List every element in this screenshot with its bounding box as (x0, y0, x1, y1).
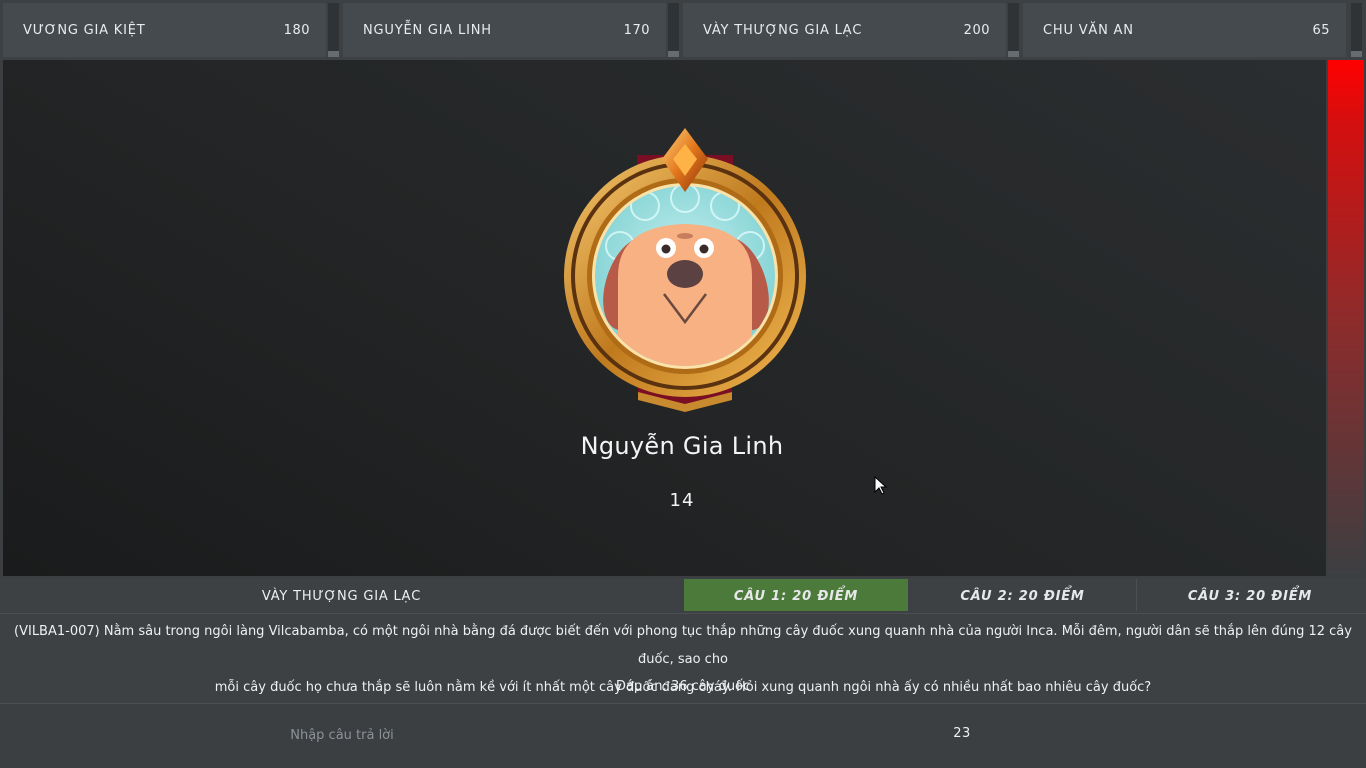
player-score: 180 (283, 22, 310, 38)
answer-row: 23 (0, 705, 1366, 768)
bar-fill (1008, 51, 1019, 57)
bar-fill (328, 51, 339, 57)
mouse-cursor-icon (874, 476, 888, 495)
player-name: VƯƠNG GIA KIỆT (23, 22, 146, 38)
answer-text: Đáp án: 36 cây đuốc (615, 679, 751, 694)
player-score: 200 (963, 22, 990, 38)
player-card-2-bar (668, 3, 679, 57)
timer-fill (1328, 60, 1364, 576)
player-card-4-bar (1351, 3, 1362, 57)
player-name: NGUYỄN GIA LINH (363, 22, 492, 38)
question-panel: (VILBA1-007) Nằm sâu trong ngôi làng Vil… (0, 614, 1366, 703)
current-player-score: 14 (669, 490, 695, 511)
answer-input[interactable] (3, 705, 681, 765)
countdown-timer: 23 (953, 726, 971, 741)
player-card-1[interactable]: VƯƠNG GIA KIỆT 180 (3, 3, 326, 57)
current-player-name: Nguyễn Gia Linh (580, 432, 784, 460)
player-card-4[interactable]: CHU VĂN AN 65 (1023, 3, 1346, 57)
current-team-label: VÀY THƯỢNG GIA LẠC (261, 589, 422, 604)
bar-fill (1351, 51, 1362, 57)
tab-question-3[interactable]: CÂU 3: 20 ĐIỂM (1137, 579, 1363, 611)
tab-question-2[interactable]: CÂU 2: 20 ĐIỂM (910, 579, 1135, 611)
player-card-2[interactable]: NGUYỄN GIA LINH 170 (343, 3, 666, 57)
question-tabs: VÀY THƯỢNG GIA LẠC CÂU 1: 20 ĐIỂM CÂU 2:… (0, 578, 1366, 613)
player-score: 170 (623, 22, 650, 38)
player-card-1-bar (328, 3, 339, 57)
main-stage: Nguyễn Gia Linh 14 (3, 60, 1326, 576)
player-card-3[interactable]: VÀY THƯỢNG GIA LẠC 200 (683, 3, 1006, 57)
question-line-1: (VILBA1-007) Nằm sâu trong ngôi làng Vil… (14, 624, 1352, 667)
timer-bar (1328, 60, 1364, 576)
player-name: VÀY THƯỢNG GIA LẠC (703, 22, 863, 38)
player-name: CHU VĂN AN (1043, 22, 1134, 38)
player-card-3-bar (1008, 3, 1019, 57)
player-score: 65 (1312, 22, 1330, 38)
scoreboard: VƯƠNG GIA KIỆT 180 NGUYỄN GIA LINH 170 V… (0, 0, 1366, 60)
divider (0, 703, 1366, 704)
tab-question-1[interactable]: CÂU 1: 20 ĐIỂM (684, 579, 908, 611)
bar-fill (668, 51, 679, 57)
dog-avatar-icon (560, 126, 810, 416)
